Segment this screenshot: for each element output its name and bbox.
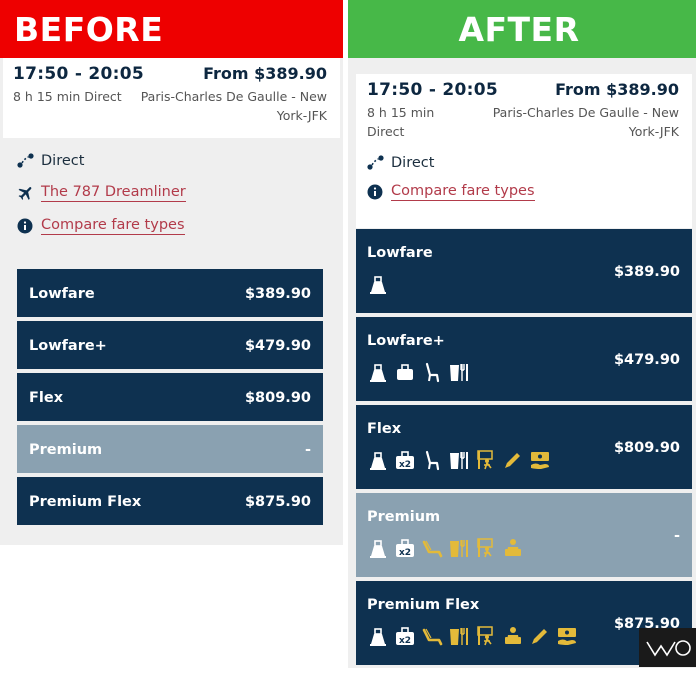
drink-meal-icon [448, 625, 470, 647]
flight-route: Paris-Charles De Gaulle - New York-JFK [492, 105, 679, 139]
fare-price: $809.90 [244, 390, 311, 406]
svg-text:x2: x2 [399, 636, 411, 646]
before-panel: BEFORE 17:50 - 20:05 From $389.90 8 h 15… [0, 0, 343, 545]
seat-icon [421, 361, 443, 383]
before-banner: BEFORE [0, 0, 343, 58]
aircraft-link[interactable]: The 787 Dreamliner [41, 184, 186, 202]
fare-name: Premium Flex [29, 494, 142, 510]
from-price: From $389.90 [203, 64, 327, 83]
amenity-list: x2 [367, 449, 551, 471]
refund-icon [556, 625, 578, 647]
direct-row: Direct [17, 153, 186, 169]
fare-price: $809.90 [613, 440, 680, 456]
drink-meal-icon [448, 449, 470, 471]
from-price: From $389.90 [555, 80, 679, 99]
fare-option-lowfare-plus[interactable]: Lowfare+ $479.90 [356, 317, 692, 401]
svg-text:x2: x2 [399, 460, 411, 470]
flight-summary-card[interactable]: 17:50 - 20:05 From $389.90 8 h 15 min Di… [356, 74, 692, 228]
fare-price: - [673, 528, 680, 544]
fare-price: - [304, 442, 311, 458]
checked-bag-icon [394, 361, 416, 383]
fare-option-lowfare[interactable]: Lowfare $389.90 [356, 229, 692, 313]
direct-route-icon [17, 153, 39, 169]
direct-label: Direct [391, 155, 435, 171]
premium-seat-icon [421, 625, 443, 647]
fare-name: Flex [29, 390, 64, 406]
checked-bag-x2-icon: x2 [394, 449, 416, 471]
fare-name: Premium [29, 442, 103, 458]
fare-name: Lowfare [367, 245, 433, 261]
after-panel: AFTER 17:50 - 20:05 From $389.90 8 h 15 … [348, 0, 696, 668]
change-pencil-icon [529, 625, 551, 647]
fare-name: Premium [367, 509, 441, 525]
compare-fare-types-link[interactable]: Compare fare types [41, 217, 185, 235]
flight-info: Direct Compare fare types [367, 155, 679, 201]
carry-on-bag-icon [367, 625, 389, 647]
fare-price: $875.90 [244, 494, 311, 510]
amenity-list: x2 [367, 625, 578, 647]
flight-summary-card[interactable]: 17:50 - 20:05 From $389.90 8 h 15 min Di… [3, 58, 340, 138]
fare-option-flex[interactable]: Flex $809.90 [17, 373, 323, 421]
flight-info: Direct The 787 Dreamliner Compare fare t… [17, 153, 186, 250]
after-banner: AFTER [348, 0, 696, 58]
aircraft-row: The 787 Dreamliner [17, 184, 186, 202]
fare-name: Lowfare+ [29, 338, 107, 354]
direct-row: Direct [367, 155, 679, 171]
flight-route: Paris-Charles De Gaulle - New York-JFK [140, 89, 327, 123]
fare-name: Lowfare [29, 286, 95, 302]
carry-on-bag-icon [367, 537, 389, 559]
premium-seat-icon [421, 537, 443, 559]
lounge-icon [502, 625, 524, 647]
carry-on-bag-icon [367, 361, 389, 383]
refund-icon [529, 449, 551, 471]
fare-option-flex[interactable]: Flex $809.90 x2 [356, 405, 692, 489]
info-icon [17, 218, 39, 234]
watermark-logo [639, 628, 696, 667]
fare-price: $479.90 [244, 338, 311, 354]
compare-row: Compare fare types [17, 217, 186, 235]
info-icon [367, 184, 389, 200]
amenity-list [367, 273, 389, 295]
flight-duration: 8 h 15 min Direct [13, 89, 122, 104]
checked-bag-x2-icon: x2 [394, 537, 416, 559]
svg-text:x2: x2 [399, 548, 411, 558]
direct-route-icon [367, 155, 389, 171]
lounge-icon [502, 537, 524, 559]
fast-track-icon [475, 449, 497, 471]
fare-option-premium[interactable]: Premium - x2 [356, 493, 692, 577]
carry-on-bag-icon [367, 273, 389, 295]
fare-option-premium-flex[interactable]: Premium Flex $875.90 [17, 477, 323, 525]
seat-icon [421, 449, 443, 471]
fare-name: Flex [367, 421, 402, 437]
fast-track-icon [475, 625, 497, 647]
flight-times: 17:50 - 20:05 [367, 80, 499, 100]
amenity-list [367, 361, 470, 383]
fare-price: $479.90 [613, 352, 680, 368]
fare-option-premium[interactable]: Premium - [17, 425, 323, 473]
fare-option-lowfare[interactable]: Lowfare $389.90 [17, 269, 323, 317]
drink-meal-icon [448, 537, 470, 559]
drink-meal-icon [448, 361, 470, 383]
carry-on-bag-icon [367, 449, 389, 471]
flight-duration: 8 h 15 min Direct [367, 105, 435, 139]
direct-label: Direct [41, 153, 85, 169]
fare-price: $389.90 [244, 286, 311, 302]
fare-name: Premium Flex [367, 597, 480, 613]
fare-name: Lowfare+ [367, 333, 445, 349]
flight-times: 17:50 - 20:05 [13, 64, 145, 84]
change-pencil-icon [502, 449, 524, 471]
compare-row: Compare fare types [367, 183, 679, 201]
airplane-icon [17, 184, 39, 202]
checked-bag-x2-icon: x2 [394, 625, 416, 647]
amenity-list: x2 [367, 537, 524, 559]
compare-fare-types-link[interactable]: Compare fare types [391, 183, 535, 201]
fare-option-lowfare-plus[interactable]: Lowfare+ $479.90 [17, 321, 323, 369]
fare-price: $389.90 [613, 264, 680, 280]
fast-track-icon [475, 537, 497, 559]
